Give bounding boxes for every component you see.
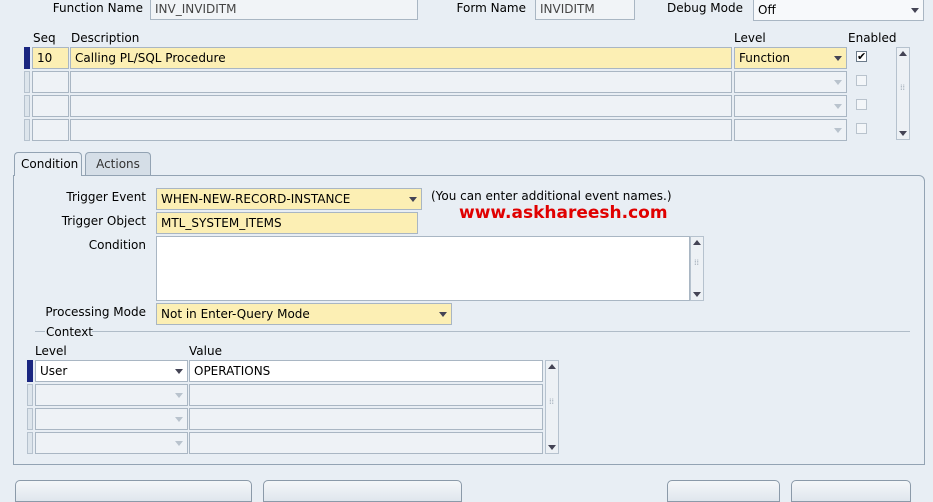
scroll-down-icon[interactable] — [693, 292, 701, 297]
processing-mode-label: Processing Mode — [45, 305, 146, 319]
trigger-object-value: MTL_SYSTEM_ITEMS — [161, 216, 282, 230]
context-value-value: OPERATIONS — [194, 364, 271, 378]
seq-field[interactable] — [32, 119, 69, 141]
context-level-select[interactable]: User — [35, 360, 188, 382]
tab-condition[interactable]: Condition — [14, 152, 82, 176]
trigger-event-select[interactable]: WHEN-NEW-RECORD-INSTANCE — [156, 188, 422, 210]
enabled-checkbox[interactable] — [856, 75, 867, 86]
processing-mode-select[interactable]: Not in Enter-Query Mode — [156, 303, 452, 325]
bottom-button-3[interactable] — [667, 480, 780, 502]
record-indicator[interactable] — [24, 119, 30, 141]
scroll-up-icon[interactable] — [693, 240, 701, 245]
description-field[interactable] — [70, 119, 732, 141]
enabled-checkbox[interactable] — [856, 99, 867, 110]
context-record-indicator[interactable] — [27, 408, 33, 430]
chevron-down-icon[interactable] — [171, 433, 187, 453]
context-divider — [35, 331, 45, 332]
processing-mode-value: Not in Enter-Query Mode — [161, 307, 310, 321]
debug-mode-value: Off — [758, 3, 776, 17]
level-select[interactable] — [734, 95, 847, 117]
context-value-field[interactable]: OPERATIONS — [189, 360, 543, 382]
trigger-object-field[interactable]: MTL_SYSTEM_ITEMS — [156, 212, 418, 234]
context-level-select[interactable] — [35, 432, 188, 454]
context-title: Context — [45, 325, 95, 339]
context-level-column-header: Level — [35, 344, 67, 358]
chevron-down-icon[interactable] — [830, 48, 846, 68]
record-indicator-current[interactable] — [24, 47, 30, 69]
chevron-down-icon[interactable] — [830, 120, 846, 140]
context-record-indicator-current[interactable] — [27, 360, 33, 382]
chevron-down-icon[interactable] — [171, 409, 187, 429]
context-level-select[interactable] — [35, 408, 188, 430]
condition-scrollbar[interactable]: ⁞⁞ — [690, 236, 704, 301]
context-scrollbar[interactable]: ⁞⁞ — [545, 360, 559, 454]
tab-actions[interactable]: Actions — [85, 152, 151, 176]
debug-mode-select[interactable]: Off — [753, 0, 924, 21]
description-value: Calling PL/SQL Procedure — [75, 51, 226, 65]
chevron-down-icon[interactable] — [405, 189, 421, 209]
enabled-checkbox[interactable] — [856, 123, 867, 134]
record-indicator[interactable] — [24, 71, 30, 93]
chevron-down-icon[interactable] — [171, 361, 187, 381]
watermark-text: www.askhareesh.com — [459, 203, 668, 223]
trigger-event-hint: (You can enter additional event names.) — [431, 189, 672, 203]
context-level-value: User — [40, 364, 68, 378]
seq-field[interactable] — [32, 71, 69, 93]
form-name-field[interactable]: INVIDITM — [535, 0, 635, 20]
seq-field[interactable] — [32, 95, 69, 117]
tab-actions-label: Actions — [96, 157, 140, 171]
chevron-down-icon[interactable] — [435, 304, 451, 324]
level-select[interactable] — [734, 119, 847, 141]
description-field[interactable]: Calling PL/SQL Procedure — [70, 47, 732, 69]
context-value-field[interactable] — [189, 432, 543, 454]
chevron-down-icon[interactable] — [171, 385, 187, 405]
scroll-grip-icon[interactable]: ⁞⁞ — [694, 259, 700, 267]
condition-textarea[interactable] — [156, 236, 690, 301]
tab-condition-label: Condition — [21, 157, 79, 171]
bottom-button-2[interactable] — [263, 480, 462, 502]
context-divider — [92, 331, 910, 332]
description-field[interactable] — [70, 95, 732, 117]
trigger-event-label: Trigger Event — [66, 190, 146, 204]
description-field[interactable] — [70, 71, 732, 93]
scroll-down-icon[interactable] — [899, 131, 907, 136]
scroll-down-icon[interactable] — [548, 445, 556, 450]
context-record-indicator[interactable] — [27, 384, 33, 406]
level-select[interactable] — [734, 71, 847, 93]
enabled-column-header: Enabled — [848, 31, 897, 45]
bottom-button-1[interactable] — [15, 480, 252, 502]
seq-field[interactable]: 10 — [32, 47, 69, 69]
debug-mode-label: Debug Mode — [667, 1, 743, 15]
level-column-header: Level — [734, 31, 766, 45]
context-record-indicator[interactable] — [27, 432, 33, 454]
form-name-value: INVIDITM — [540, 2, 595, 16]
enabled-checkbox[interactable]: ✔ — [856, 51, 867, 62]
scroll-grip-icon[interactable]: ⁞⁞ — [900, 84, 906, 92]
level-value: Function — [739, 51, 791, 65]
level-select[interactable]: Function — [734, 47, 847, 69]
condition-label: Condition — [88, 238, 146, 252]
scroll-grip-icon[interactable]: ⁞⁞ — [549, 398, 555, 406]
scroll-up-icon[interactable] — [899, 51, 907, 56]
seq-column-header: Seq — [33, 31, 56, 45]
record-indicator[interactable] — [24, 95, 30, 117]
chevron-down-icon[interactable] — [830, 96, 846, 116]
context-value-field[interactable] — [189, 408, 543, 430]
trigger-event-value: WHEN-NEW-RECORD-INSTANCE — [161, 192, 351, 206]
chevron-down-icon[interactable] — [830, 72, 846, 92]
context-value-field[interactable] — [189, 384, 543, 406]
description-column-header: Description — [71, 31, 140, 45]
form-name-label: Form Name — [456, 1, 526, 15]
function-name-field[interactable]: INV_INVIDITM — [150, 0, 418, 20]
context-value-column-header: Value — [189, 344, 222, 358]
context-level-select[interactable] — [35, 384, 188, 406]
bottom-button-4[interactable] — [791, 480, 911, 502]
function-name-value: INV_INVIDITM — [155, 2, 237, 16]
seq-value: 10 — [37, 51, 53, 65]
trigger-object-label: Trigger Object — [61, 214, 146, 228]
chevron-down-icon[interactable] — [907, 0, 923, 20]
grid-scrollbar[interactable]: ⁞⁞ — [896, 47, 910, 140]
function-name-label: Function Name — [52, 1, 143, 15]
scroll-up-icon[interactable] — [548, 364, 556, 369]
